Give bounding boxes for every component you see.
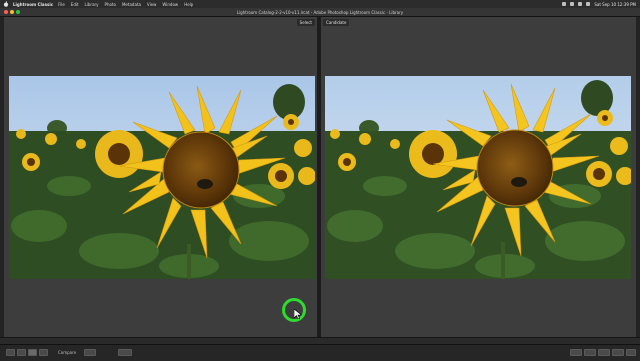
candidate-pane[interactable]: Candidate [321,17,636,343]
menu-library[interactable]: Library [85,2,99,7]
menu-file[interactable]: File [58,2,65,7]
status-area: Sat Sep 10 12:39 PM [562,2,640,7]
battery-icon[interactable] [570,2,575,6]
previous-button[interactable] [598,349,610,356]
zoom-slider[interactable] [118,349,132,356]
sunflower-photo-image [325,76,631,279]
menu-window[interactable]: Window [162,2,178,7]
menu-edit[interactable]: Edit [71,2,79,7]
swap-button[interactable] [570,349,582,356]
next-button[interactable] [612,349,624,356]
mouse-cursor-icon [294,309,302,319]
menu-metadata[interactable]: Metadata [122,2,141,7]
select-photo[interactable] [9,76,315,279]
select-pane[interactable]: Select [4,17,317,343]
library-toolbar: Compare [0,344,640,361]
menu-view[interactable]: View [147,2,157,7]
menu-bar: Lightroom Classic File Edit Library Phot… [0,0,640,8]
grid-view-button[interactable] [6,349,15,356]
survey-view-button[interactable] [39,349,48,356]
make-select-button[interactable] [584,349,596,356]
menu-app-name[interactable]: Lightroom Classic [13,2,53,7]
control-center-icon[interactable] [586,2,591,6]
done-button[interactable] [626,349,636,356]
candidate-label: Candidate [323,19,350,26]
search-icon[interactable] [578,2,583,6]
minimize-window-icon[interactable] [10,10,14,14]
wifi-icon[interactable] [562,2,567,6]
candidate-photo[interactable] [325,76,631,279]
zoom-window-icon[interactable] [16,10,20,14]
loupe-view-button[interactable] [17,349,26,356]
close-window-icon[interactable] [4,10,8,14]
select-label: Select [296,19,315,26]
sunflower-photo-image [9,76,315,279]
window-title: Lightroom Catalog-2-2-v10-v11.lrcat - Ad… [236,9,404,15]
apple-icon[interactable] [3,1,9,7]
window-titlebar: Lightroom Catalog-2-2-v10-v11.lrcat - Ad… [0,8,640,17]
traffic-lights [4,10,20,14]
menu-photo[interactable]: Photo [105,2,116,7]
right-panel-collapsed[interactable] [636,17,640,337]
menu-clock[interactable]: Sat Sep 10 12:39 PM [594,2,636,7]
link-focus-button[interactable] [84,349,96,356]
compare-mode-label: Compare [58,350,77,355]
compare-view-button[interactable] [28,349,37,356]
menu-help[interactable]: Help [184,2,193,7]
